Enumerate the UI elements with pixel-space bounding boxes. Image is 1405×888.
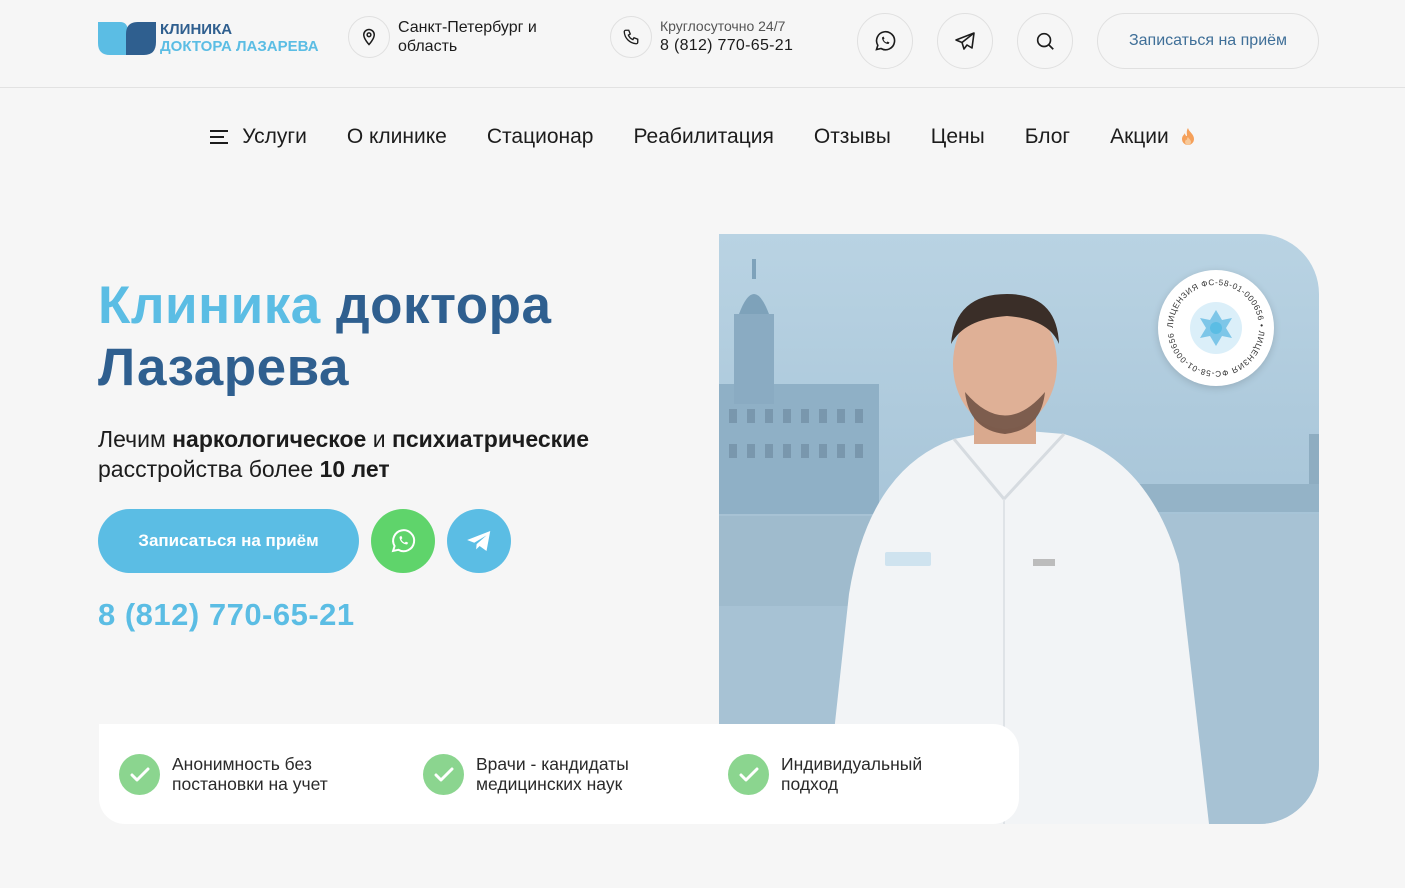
whatsapp-icon [875, 30, 896, 51]
sub-text: Лечим [98, 426, 173, 452]
whatsapp-button[interactable] [857, 13, 913, 69]
license-badge: ЛИЦЕНЗИЯ ФС-58-01-000656 • ЛИЦЕНЗИЯ ФС-5… [1156, 263, 1274, 386]
sub-bold: 10 лет [319, 456, 390, 482]
feature-text: Анонимность без постановки на учет [172, 754, 328, 794]
telegram-icon [955, 32, 975, 50]
hero-subtitle: Лечим наркологическое и психиатрические … [98, 424, 658, 484]
nav-label: Услуги [242, 125, 307, 148]
fire-icon [1181, 128, 1194, 145]
sub-text: расстройства более [98, 456, 320, 482]
telegram-button[interactable] [937, 13, 993, 69]
search-button[interactable] [1017, 13, 1073, 69]
telegram-icon [467, 531, 491, 551]
feature-item: Врачи - кандидаты медицинских наук [423, 754, 666, 795]
sub-bold: психиатрические [391, 426, 590, 452]
nav-item-prices[interactable]: Цены [931, 125, 985, 149]
nav-label: Акции [1110, 125, 1169, 148]
nav-item-rehab[interactable]: Реабилитация [633, 125, 773, 149]
features-panel: Анонимность без постановки на учет Врачи… [99, 724, 1019, 824]
logo[interactable]: Клиника доктора Лазарева [98, 20, 319, 55]
sub-text: и [366, 426, 392, 452]
phone-label: Круглосуточно 24/7 [660, 18, 786, 34]
nav-item-blog[interactable]: Блог [1025, 125, 1070, 149]
feature-text: Врачи - кандидаты медицинских наук [476, 754, 629, 794]
telegram-hero-button[interactable] [447, 509, 511, 573]
license-seal-icon: ЛИЦЕНЗИЯ ФС-58-01-000656 • ЛИЦЕНЗИЯ ФС-5… [1156, 263, 1265, 378]
search-icon [1036, 32, 1054, 50]
hero-title-part-1: доктора [335, 276, 552, 335]
book-appointment-button-header[interactable]: Записаться на приём [1097, 13, 1319, 69]
check-icon [728, 754, 769, 795]
whatsapp-hero-button[interactable] [371, 509, 435, 573]
whatsapp-icon [391, 529, 416, 553]
hero-title-accent: Клиника [98, 276, 321, 335]
logo-text: Клиника доктора Лазарева [160, 21, 319, 55]
nav-item-promotions[interactable]: Акции [1110, 125, 1195, 149]
location-text: Санкт-Петербург и область [398, 19, 537, 55]
menu-icon [210, 130, 229, 144]
nav-item-reviews[interactable]: Отзывы [814, 125, 891, 149]
sub-bold: наркологическое [172, 426, 367, 452]
feature-text: Индивидуальный подход [781, 754, 923, 794]
nav-item-hospital[interactable]: Стационар [487, 125, 594, 149]
feature-item: Индивидуальный подход [728, 754, 951, 795]
check-icon [423, 754, 464, 795]
logo-line-2: доктора Лазарева [160, 37, 319, 55]
map-pin-icon [348, 16, 390, 58]
book-appointment-button[interactable]: Записаться на приём [98, 509, 359, 573]
main-nav: Услуги О клинике Стационар Реабилитация … [0, 120, 1405, 154]
phone-icon [610, 16, 652, 58]
nav-item-services[interactable]: Услуги [210, 125, 307, 149]
site-header: Клиника доктора Лазарева Санкт-Петербург… [0, 0, 1405, 88]
logo-line-1: Клиника [160, 20, 233, 38]
nav-item-about[interactable]: О клинике [347, 125, 447, 149]
hero-title: Клиника доктора Лазарева [98, 275, 551, 399]
feature-item: Анонимность без постановки на учет [119, 754, 362, 795]
header-phone[interactable]: Круглосуточно 24/7 8 (812) 770-65-21 [610, 16, 793, 58]
location: Санкт-Петербург и область [348, 16, 568, 58]
phone-number[interactable]: 8 (812) 770-65-21 [660, 35, 793, 57]
logo-leaf-icon [98, 22, 156, 55]
check-icon [119, 754, 160, 795]
hero-phone-number[interactable]: 8 (812) 770-65-21 [98, 597, 355, 633]
hero-title-part-2: Лазарева [98, 338, 349, 397]
